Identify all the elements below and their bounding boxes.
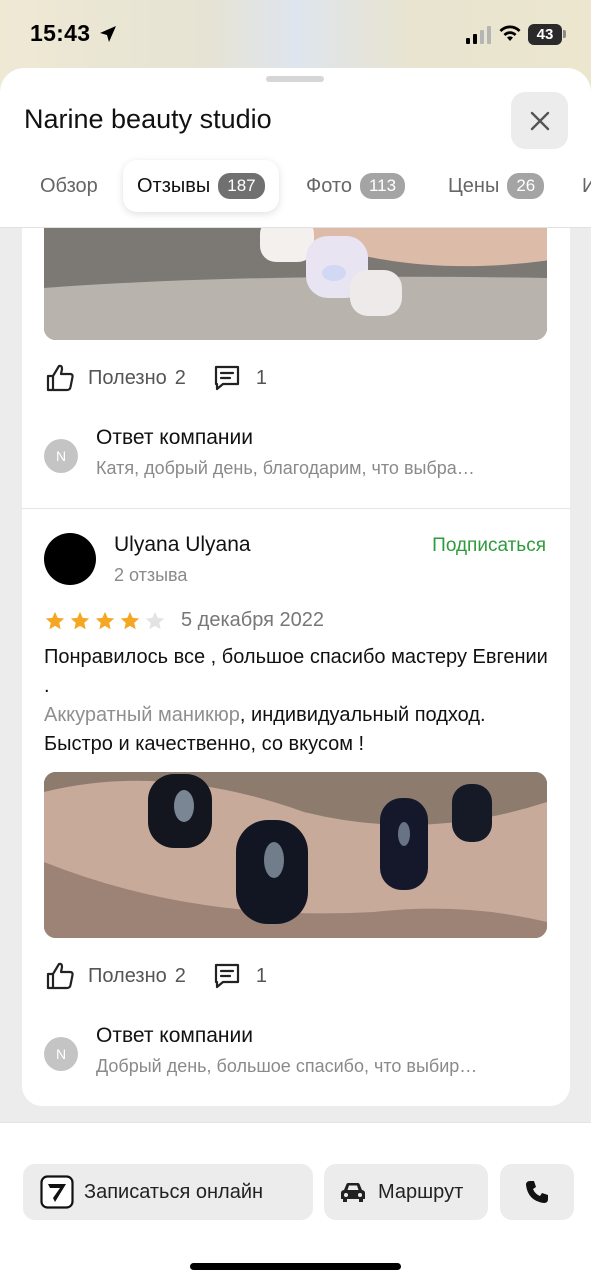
car-icon — [341, 1183, 365, 1202]
reply-text: Добрый день, большое спасибо, что выбир… — [96, 1056, 478, 1076]
book-online-button[interactable]: Записаться онлайн — [23, 1164, 313, 1220]
location-arrow-icon — [100, 26, 116, 42]
cellular-signal-icon — [466, 26, 491, 44]
tab-photos-label: Фото — [306, 174, 352, 197]
close-icon — [530, 111, 549, 130]
bottom-action-bar: Записаться онлайн Маршрут — [0, 1122, 591, 1280]
comment-icon[interactable] — [212, 363, 242, 393]
tab-photos-count: 113 — [359, 173, 406, 199]
helpful-count: 2 — [174, 964, 186, 987]
battery-nub — [563, 30, 566, 38]
company-reply[interactable]: N Ответ компании Добрый день, большое сп… — [44, 1024, 544, 1084]
company-avatar: N — [44, 1037, 78, 1071]
booking-logo-icon — [40, 1175, 74, 1209]
comments-count: 1 — [255, 964, 267, 987]
star-filled-icon — [95, 611, 115, 629]
author-name[interactable]: Ulyana Ulyana — [114, 533, 251, 557]
avatar[interactable] — [44, 533, 96, 585]
star-filled-icon — [70, 611, 90, 629]
review-text: Понравилось все , большое спасибо мастер… — [44, 643, 554, 759]
star-filled-icon — [120, 611, 140, 629]
comment-icon[interactable] — [212, 961, 242, 991]
reply-title: Ответ компании — [96, 426, 253, 449]
book-online-label: Записаться онлайн — [84, 1180, 264, 1203]
review-date: 5 декабря 2022 — [181, 609, 325, 631]
reply-text: Катя, добрый день, благодарим, что выбра… — [96, 458, 475, 478]
star-empty-icon — [145, 611, 165, 629]
comments-count: 1 — [255, 366, 267, 389]
star-filled-icon — [45, 611, 65, 629]
sheet-header: Narine beauty studio Обзор Отзывы 187 Фо… — [0, 68, 591, 228]
tab-reviews-label: Отзывы — [137, 174, 211, 197]
tab-bar: Обзор Отзывы 187 Фото 113 Цены 26 И — [0, 160, 591, 212]
tab-prices-label: Цены — [448, 174, 500, 197]
sheet-grabber-handle[interactable] — [266, 76, 324, 82]
nails-photo-illustration — [44, 218, 547, 340]
review-card-2: Ulyana Ulyana 2 отзыва Подписаться 5 дек… — [22, 508, 570, 1106]
helpful-count: 2 — [174, 366, 186, 389]
review-actions: Полезно 2 1 — [44, 358, 267, 398]
home-indicator — [190, 1263, 401, 1270]
route-label: Маршрут — [378, 1180, 464, 1203]
bottom-sheet: Narine beauty studio Обзор Отзывы 187 Фо… — [0, 68, 591, 1280]
wifi-icon — [499, 25, 521, 41]
status-bar: 15:43 43 — [0, 0, 591, 70]
reply-title: Ответ компании — [96, 1024, 253, 1047]
thumbs-up-icon[interactable] — [44, 362, 76, 394]
author-review-count: 2 отзыва — [114, 565, 188, 585]
tab-photos[interactable]: Фото 113 — [306, 160, 406, 212]
review-tag[interactable]: Аккуратный маникюр — [44, 704, 240, 726]
company-avatar: N — [44, 439, 78, 473]
subscribe-button[interactable]: Подписаться — [432, 535, 546, 557]
helpful-label[interactable]: Полезно — [88, 965, 167, 988]
rating-stars: 5 декабря 2022 — [44, 609, 324, 632]
tab-prices-count: 26 — [507, 173, 545, 199]
business-title: Narine beauty studio — [24, 104, 272, 134]
review-photo[interactable] — [44, 772, 547, 938]
tab-prices[interactable]: Цены 26 — [448, 160, 545, 212]
helpful-label[interactable]: Полезно — [88, 367, 167, 390]
status-time: 15:43 — [30, 20, 91, 46]
company-reply[interactable]: N Ответ компании Катя, добрый день, благ… — [44, 426, 544, 486]
review-actions: Полезно 2 1 — [44, 956, 267, 996]
tab-reviews-count: 187 — [218, 173, 265, 199]
nails-photo-illustration — [44, 772, 547, 938]
tab-overview-label: Обзор — [40, 174, 98, 197]
call-button[interactable] — [500, 1164, 574, 1220]
phone-icon — [526, 1181, 548, 1203]
close-button[interactable] — [511, 92, 568, 149]
review-text-line1: Понравилось все , большое спасибо мастер… — [44, 646, 548, 697]
thumbs-up-icon[interactable] — [44, 960, 76, 992]
battery-indicator: 43 — [528, 24, 562, 45]
route-button[interactable]: Маршрут — [324, 1164, 488, 1220]
tab-info-label: И — [582, 174, 591, 197]
tab-reviews[interactable]: Отзывы 187 — [123, 160, 279, 212]
review-photo[interactable] — [44, 218, 547, 340]
tab-info[interactable]: И — [582, 160, 591, 212]
tab-overview[interactable]: Обзор — [40, 160, 98, 212]
